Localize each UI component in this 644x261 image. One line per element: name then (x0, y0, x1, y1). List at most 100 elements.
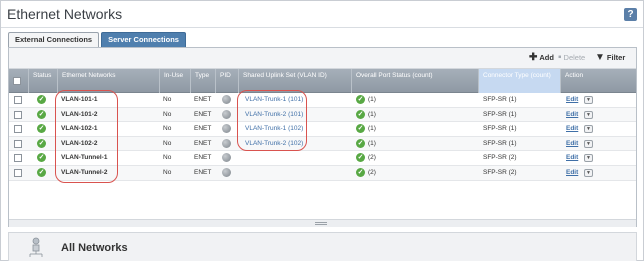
pid-icon[interactable] (222, 167, 231, 177)
port-status-count: (2) (368, 168, 376, 176)
port-status-ok-icon: ✓ (356, 95, 365, 104)
row-checkbox[interactable] (14, 154, 22, 163)
status-ok-icon: ✓ (37, 124, 46, 134)
chevron-down-icon[interactable]: ▼ (584, 139, 593, 148)
col-action: Action (560, 69, 636, 93)
select-all-checkbox[interactable] (13, 77, 21, 85)
connector-type-value: SFP-SR (1) (483, 139, 517, 147)
network-name[interactable]: VLAN-101-1 (61, 93, 97, 107)
status-ok-icon: ✓ (37, 153, 46, 163)
port-status-ok-icon: ✓ (356, 124, 365, 134)
type-value: ENET (194, 96, 212, 103)
chevron-down-icon[interactable]: ▼ (584, 96, 593, 104)
status-ok-icon: ✓ (37, 138, 46, 148)
connector-type-value: SFP-SR (1) (483, 110, 517, 118)
row-checkbox[interactable] (14, 110, 22, 119)
col-shared-uplink-set[interactable]: Shared Uplink Set (VLAN ID) (238, 69, 351, 93)
port-status-count: (2) (368, 154, 376, 162)
all-networks-title: All Networks (61, 242, 128, 254)
pid-icon[interactable] (222, 124, 231, 134)
chevron-down-icon[interactable]: ▼ (584, 168, 593, 177)
table-row[interactable]: ✓ VLAN-Tunnel-2 No ENET ✓ (2) SFP-SR (2) Edit ▼ (9, 165, 636, 181)
row-checkbox[interactable] (14, 139, 22, 148)
port-status-ok-icon: ✓ (356, 138, 365, 148)
edit-link[interactable]: Edit (566, 151, 578, 165)
panel-resize-handle[interactable] (9, 219, 636, 227)
plus-icon: ✚ (529, 51, 538, 63)
in-use-value: No (163, 96, 172, 103)
port-status-count: (1) (368, 96, 376, 103)
uplink-set-link[interactable]: VLAN-Trunk-1 (101) (245, 93, 303, 107)
connector-type-value: SFP-SR (2) (483, 168, 517, 176)
delete-button[interactable]: ▪ Delete (558, 52, 586, 62)
port-status-ok-icon: ✓ (356, 167, 365, 177)
type-value: ENET (194, 139, 212, 147)
network-name[interactable]: VLAN-101-2 (61, 108, 97, 122)
networks-panel: ✚ Add ▪ Delete ▼ Filter Status Ethernet … (8, 47, 637, 227)
port-status-count: (1) (368, 125, 376, 133)
edit-link[interactable]: Edit (566, 166, 578, 180)
port-status-count: (1) (368, 139, 376, 147)
edit-link[interactable]: Edit (566, 93, 578, 107)
connector-type-value: SFP-SR (1) (483, 125, 517, 133)
uplink-set-link[interactable]: VLAN-Trunk-2 (102) (245, 137, 303, 151)
in-use-value: No (163, 125, 172, 133)
col-pid[interactable]: PID (215, 69, 238, 93)
network-tree-icon (29, 237, 43, 257)
col-type[interactable]: Type (190, 69, 215, 93)
edit-link[interactable]: Edit (566, 137, 578, 151)
page-title: Ethernet Networks (7, 6, 123, 22)
status-ok-icon: ✓ (37, 167, 46, 177)
table-row[interactable]: ✓ VLAN-Tunnel-1 No ENET ✓ (2) SFP-SR (2) Edit ▼ (9, 151, 636, 166)
edit-link[interactable]: Edit (566, 122, 578, 136)
ethernet-networks-window: Ethernet Networks ? External Connections… (0, 0, 644, 261)
network-name[interactable]: VLAN-Tunnel-1 (61, 151, 107, 165)
port-status-ok-icon: ✓ (356, 109, 365, 119)
add-button[interactable]: ✚ Add (529, 51, 554, 63)
col-in-use[interactable]: In-Use (159, 69, 190, 93)
pid-icon[interactable] (222, 153, 231, 163)
table-row[interactable]: ✓ VLAN-102-2 No ENET VLAN-Trunk-2 (102) ✓ (1) S… (9, 136, 636, 152)
table-header: Status Ethernet Networks In-Use Type PID… (9, 69, 636, 93)
in-use-value: No (163, 110, 172, 118)
col-status[interactable]: Status (28, 69, 57, 93)
all-networks-section: All Networks (8, 232, 637, 261)
chevron-down-icon[interactable]: ▼ (584, 110, 593, 119)
row-checkbox[interactable] (14, 96, 22, 104)
col-overall-port-status[interactable]: Overall Port Status (count) (351, 69, 478, 93)
status-ok-icon: ✓ (37, 109, 46, 119)
network-name[interactable]: VLAN-Tunnel-2 (61, 166, 107, 180)
filter-button[interactable]: ▼ Filter (595, 52, 626, 62)
in-use-value: No (163, 168, 172, 176)
edit-link[interactable]: Edit (566, 108, 578, 122)
network-name[interactable]: VLAN-102-2 (61, 137, 97, 151)
chevron-down-icon[interactable]: ▼ (584, 154, 593, 163)
page-header: Ethernet Networks ? (1, 1, 643, 28)
tab-server-connections[interactable]: Server Connections (101, 32, 186, 47)
delete-label: Delete (563, 53, 586, 62)
type-value: ENET (194, 125, 212, 133)
type-value: ENET (194, 110, 212, 118)
in-use-value: No (163, 154, 172, 162)
network-name[interactable]: VLAN-102-1 (61, 122, 97, 136)
add-label: Add (539, 53, 554, 62)
port-status-count: (1) (368, 110, 376, 118)
pid-icon[interactable] (222, 138, 231, 148)
pid-icon[interactable] (222, 109, 231, 119)
row-checkbox[interactable] (14, 125, 22, 134)
col-connector-type[interactable]: Connector Type (count) (478, 69, 560, 93)
in-use-value: No (163, 139, 172, 147)
uplink-set-link[interactable]: VLAN-Trunk-1 (102) (245, 122, 303, 136)
tab-external-connections[interactable]: External Connections (8, 32, 100, 47)
filter-label: Filter (606, 53, 626, 62)
table-row[interactable]: ✓ VLAN-102-1 No ENET VLAN-Trunk-1 (102) ✓ (1) S… (9, 122, 636, 137)
uplink-set-link[interactable]: VLAN-Trunk-2 (101) (245, 108, 303, 122)
row-checkbox[interactable] (14, 168, 22, 177)
pid-icon[interactable] (222, 95, 231, 104)
help-icon[interactable]: ? (624, 8, 637, 21)
col-ethernet-networks[interactable]: Ethernet Networks (57, 69, 159, 93)
chevron-down-icon[interactable]: ▼ (584, 125, 593, 134)
connector-type-value: SFP-SR (2) (483, 154, 517, 162)
table-row[interactable]: ✓ VLAN-101-1 No ENET VLAN-Trunk-1 (101) ✓ (1) S… (9, 93, 636, 108)
table-row[interactable]: ✓ VLAN-101-2 No ENET VLAN-Trunk-2 (101) ✓ (1) S… (9, 107, 636, 123)
